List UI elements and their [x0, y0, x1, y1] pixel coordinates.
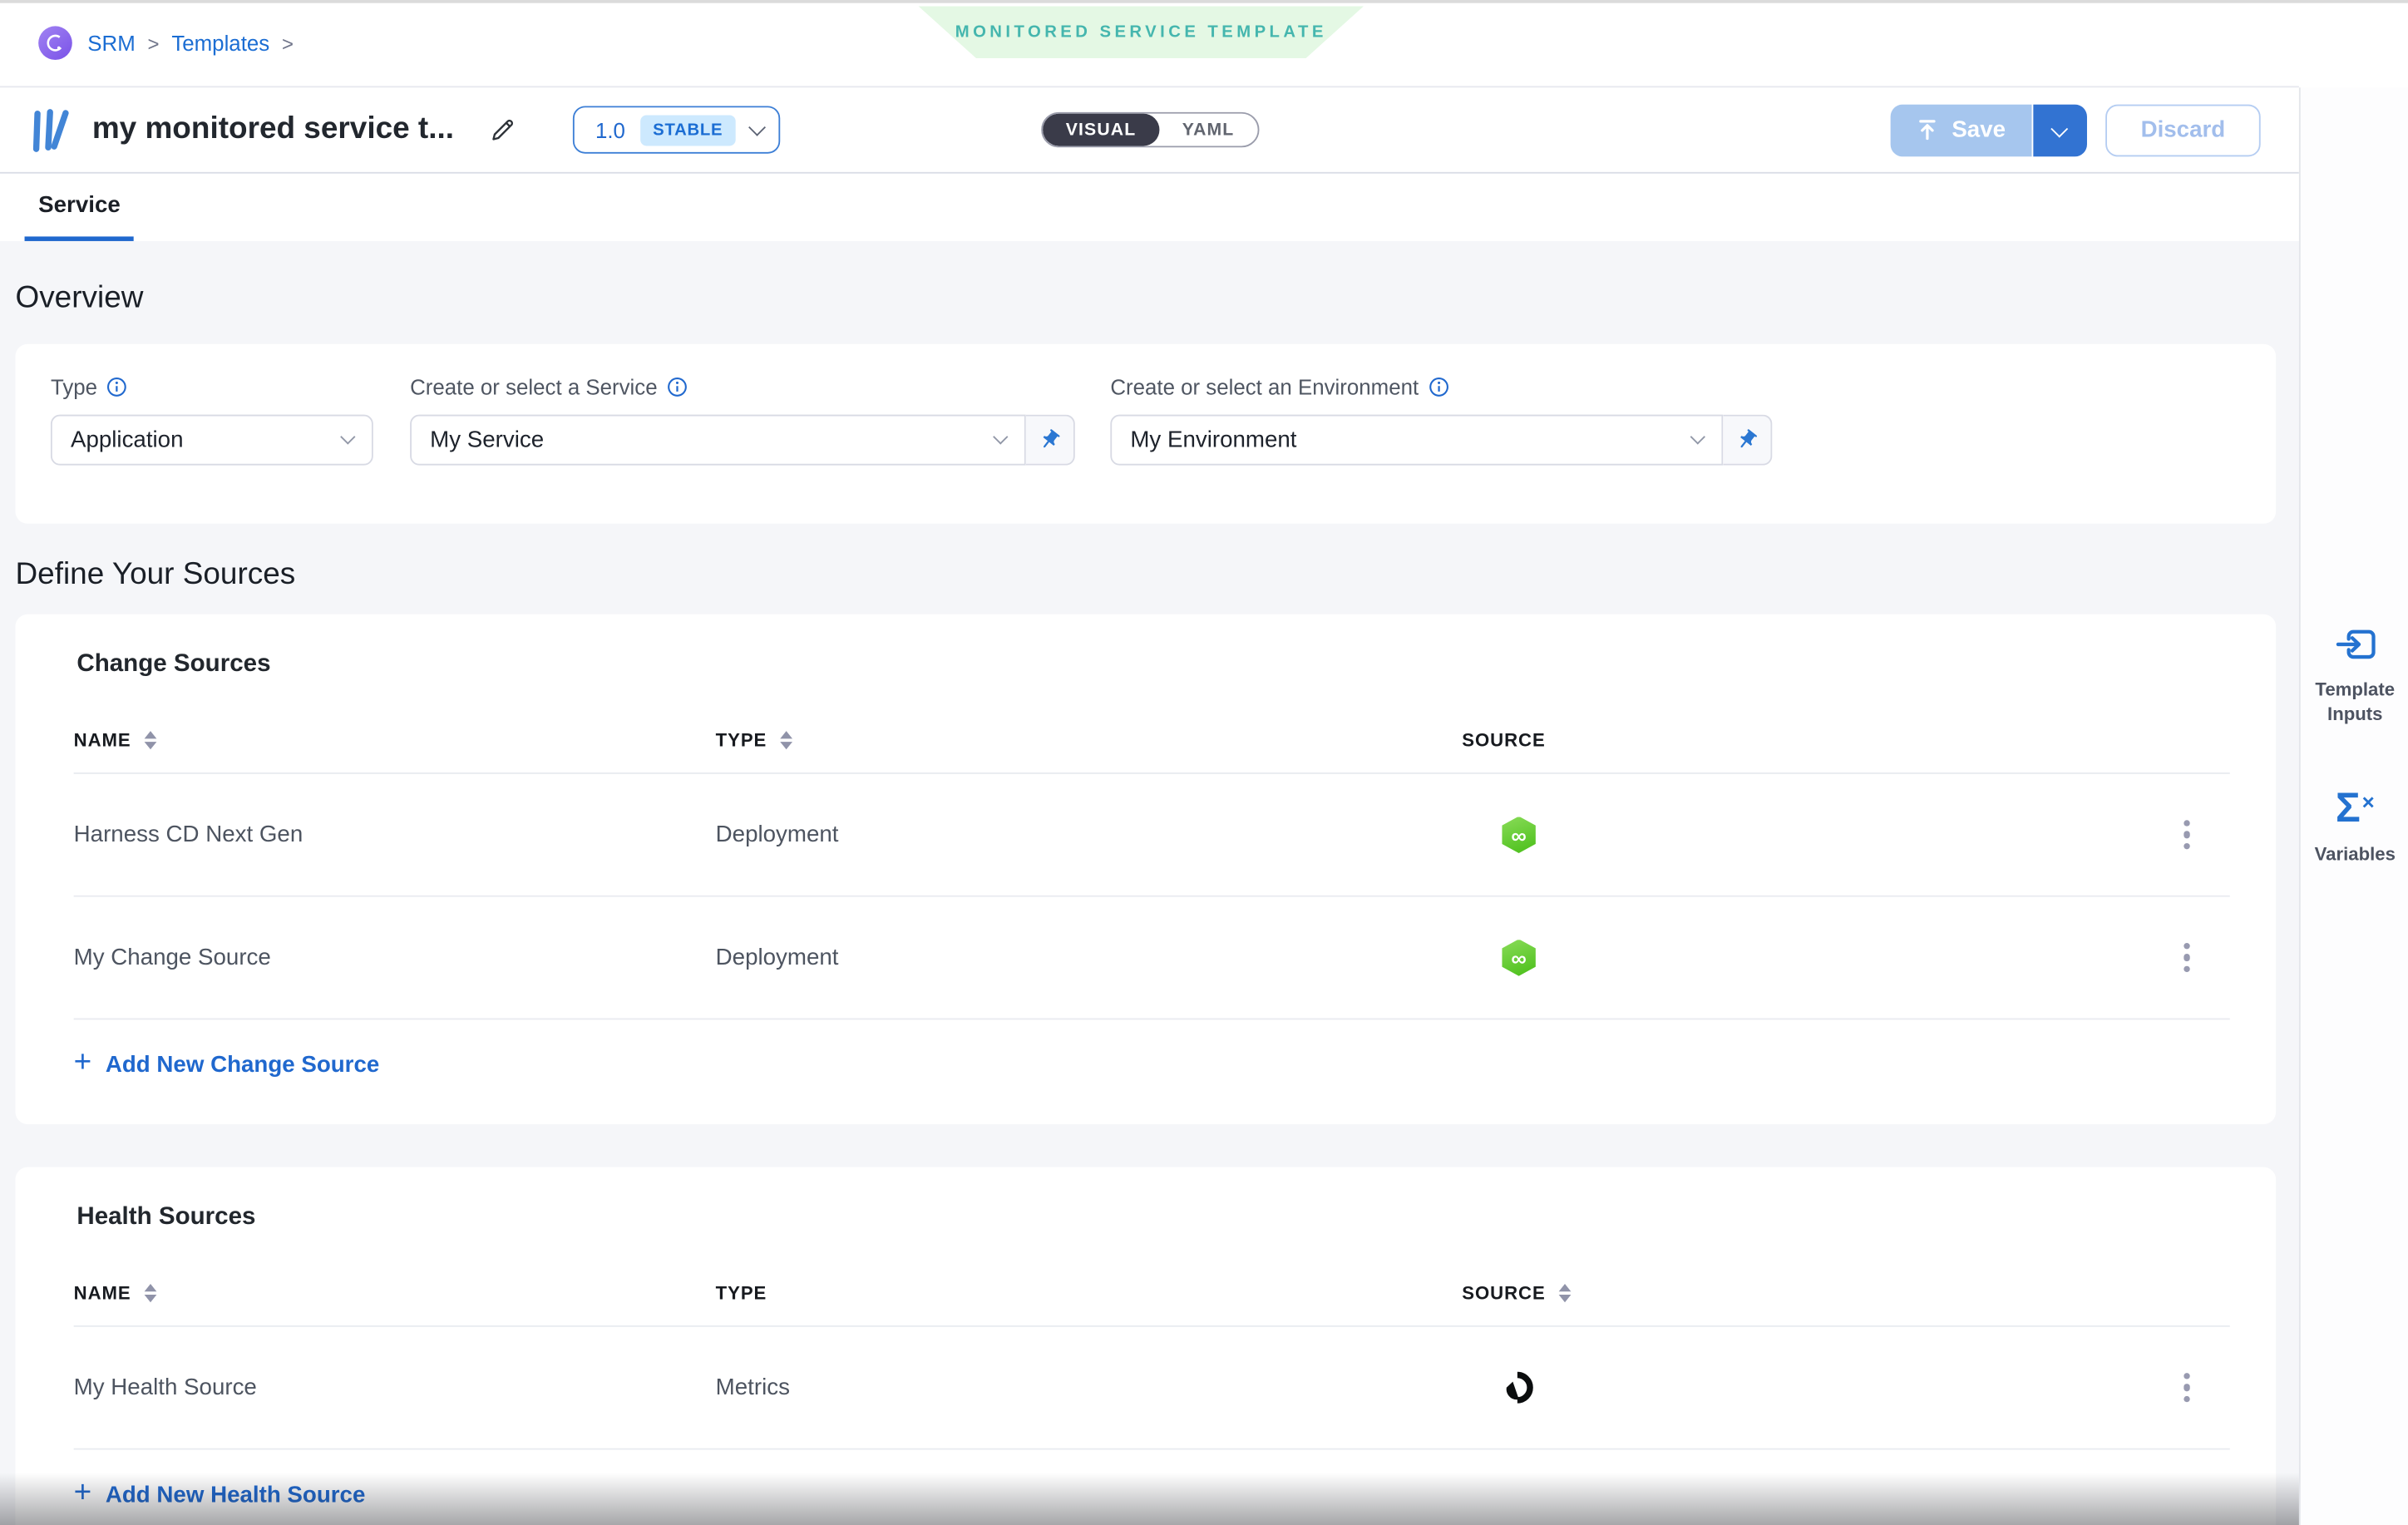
change-source-name: My Change Source [74, 945, 716, 970]
change-source-name: Harness CD Next Gen [74, 822, 716, 847]
sort-icon [781, 730, 793, 748]
title-row: my monitored service t... 1.0 STABLE VIS… [0, 87, 2299, 173]
overview-card: Type Application Create or select a Serv… [15, 344, 2276, 524]
health-source-type: Metrics [716, 1374, 1463, 1400]
column-header-source: SOURCE [1462, 728, 2144, 750]
health-sources-title: Health Sources [76, 1204, 2229, 1231]
breadcrumb-link-templates[interactable]: Templates [171, 31, 269, 56]
breadcrumb-row: SRM > Templates > MONITORED SERVICE TEMP… [0, 0, 2299, 87]
change-sources-card: Change Sources NAME TYPE SOURCE Harness … [15, 614, 2276, 1124]
top-divider [0, 0, 2408, 3]
tab-bar: Service [0, 174, 2299, 241]
info-icon [1428, 376, 1449, 397]
info-icon [667, 376, 688, 397]
harness-cd-icon: ∞ [1502, 817, 1536, 853]
pushpin-icon [1034, 424, 1066, 457]
type-label: Type [51, 375, 373, 400]
variables-button[interactable]: Σ× Variables [2301, 787, 2408, 866]
upload-icon [1917, 118, 1938, 141]
variables-icon: Σ× [2336, 787, 2375, 829]
srm-module-icon [38, 26, 72, 60]
row-menu-button[interactable] [2174, 1364, 2199, 1412]
page-content: Overview Type Application Create or sele… [0, 241, 2299, 1525]
plus-icon: + [74, 1478, 92, 1508]
template-inputs-button[interactable]: Template Inputs [2301, 622, 2408, 727]
plus-icon: + [74, 1048, 92, 1078]
add-health-source-button[interactable]: + Add New Health Source [74, 1478, 366, 1512]
service-select[interactable]: My Service [410, 415, 1026, 466]
column-header-type[interactable]: TYPE [716, 728, 1463, 750]
page-title: my monitored service t... [92, 112, 454, 147]
environment-label: Create or select an Environment [1110, 375, 1772, 400]
environment-field: Create or select an Environment My Envir… [1110, 375, 1772, 466]
template-bars-icon [31, 106, 74, 152]
health-source-name: My Health Source [74, 1374, 716, 1400]
sort-icon [145, 730, 157, 748]
change-sources-header-row: NAME TYPE SOURCE [74, 707, 2230, 774]
header-actions: Save Discard [1890, 104, 2260, 156]
sort-icon [1559, 1283, 1572, 1301]
table-row[interactable]: My Change Source Deployment ∞ [74, 897, 2230, 1020]
column-header-name[interactable]: NAME [74, 1281, 716, 1303]
health-sources-header-row: NAME TYPE SOURCE [74, 1259, 2230, 1326]
row-menu-button[interactable] [2174, 811, 2199, 859]
info-icon [106, 376, 128, 397]
column-header-type: TYPE [716, 1281, 1463, 1303]
save-options-button[interactable] [2033, 104, 2087, 156]
column-header-name[interactable]: NAME [74, 728, 716, 750]
save-button[interactable]: Save [1890, 104, 2031, 156]
chevron-down-icon [1690, 429, 1705, 444]
visual-yaml-toggle[interactable]: VISUAL YAML [1041, 112, 1259, 147]
breadcrumb: SRM > Templates > [38, 26, 294, 60]
change-sources-title: Change Sources [76, 651, 2229, 679]
version-status-badge: STABLE [640, 115, 735, 146]
appdynamics-icon [1502, 1371, 1534, 1404]
add-change-source-button[interactable]: + Add New Change Source [74, 1048, 380, 1082]
row-menu-button[interactable] [2174, 933, 2199, 981]
breadcrumb-link-srm[interactable]: SRM [87, 31, 135, 56]
service-pin-button[interactable] [1026, 415, 1075, 466]
table-row[interactable]: My Health Source Metrics [74, 1327, 2230, 1450]
version-number: 1.0 [595, 117, 625, 142]
type-select[interactable]: Application [51, 415, 373, 466]
table-row[interactable]: Harness CD Next Gen Deployment ∞ [74, 774, 2230, 897]
toggle-yaml[interactable]: YAML [1159, 114, 1257, 146]
right-rail: Template Inputs Σ× Variables [2299, 87, 2408, 1525]
chevron-down-icon [340, 429, 355, 444]
variables-label: Variables [2307, 843, 2403, 867]
pencil-icon [488, 116, 517, 145]
edit-title-button[interactable] [481, 109, 523, 151]
change-source-type: Deployment [716, 822, 1463, 847]
environment-pin-button[interactable] [1723, 415, 1772, 466]
discard-button[interactable]: Discard [2105, 104, 2261, 156]
change-source-type: Deployment [716, 945, 1463, 970]
template-inputs-icon [2332, 622, 2378, 665]
type-field: Type Application [51, 375, 373, 466]
environment-select[interactable]: My Environment [1110, 415, 1723, 466]
service-field: Create or select a Service My Service [410, 375, 1075, 466]
toggle-visual[interactable]: VISUAL [1043, 114, 1159, 146]
save-split-button[interactable]: Save [1890, 104, 2086, 156]
environment-select-group: My Environment [1110, 415, 1772, 466]
version-selector[interactable]: 1.0 STABLE [572, 106, 779, 153]
sort-icon [145, 1283, 157, 1301]
health-sources-card: Health Sources NAME TYPE SOURCE My Healt… [15, 1167, 2276, 1525]
template-inputs-label: Template Inputs [2307, 679, 2403, 727]
define-sources-heading: Define Your Sources [15, 557, 2276, 592]
breadcrumb-separator-icon: > [148, 32, 160, 55]
pushpin-icon [1730, 424, 1763, 457]
service-label: Create or select a Service [410, 375, 1075, 400]
column-header-source[interactable]: SOURCE [1462, 1281, 2144, 1303]
chevron-down-icon [993, 429, 1008, 444]
chevron-down-icon [2051, 120, 2069, 137]
breadcrumb-separator-icon: > [282, 32, 294, 55]
overview-heading: Overview [15, 281, 2276, 316]
service-select-group: My Service [410, 415, 1075, 466]
harness-cd-icon: ∞ [1502, 939, 1536, 975]
main-column: SRM > Templates > MONITORED SERVICE TEMP… [0, 0, 2299, 1525]
app-viewport: SRM > Templates > MONITORED SERVICE TEMP… [0, 0, 2408, 1525]
chevron-down-icon [748, 118, 766, 136]
tab-service[interactable]: Service [25, 174, 135, 241]
monitored-service-template-badge: MONITORED SERVICE TEMPLATE [918, 6, 1364, 58]
